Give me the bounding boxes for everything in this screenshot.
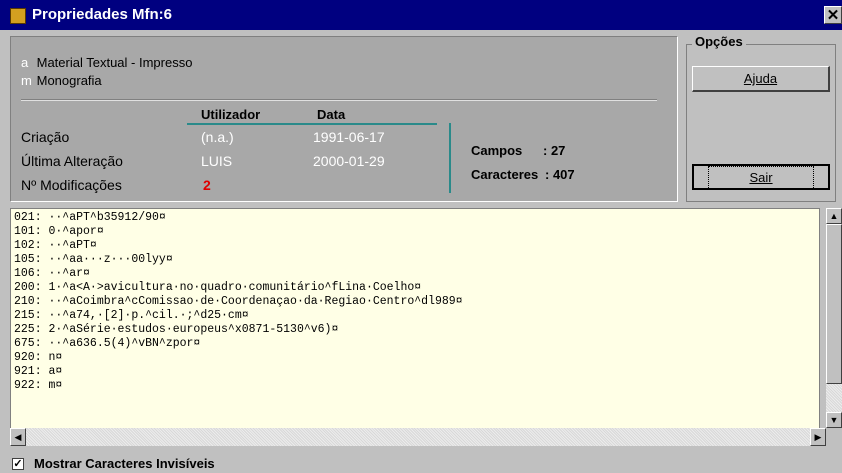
modifications-label: Nº Modificações [21, 177, 122, 193]
type-label: Material Textual - Impresso [36, 55, 193, 70]
type-line: a Material Textual - Impresso [21, 55, 192, 70]
app-icon [10, 8, 26, 24]
chars-value: : 407 [545, 167, 575, 182]
exit-button[interactable]: Sair [692, 164, 830, 190]
creation-label: Criação [21, 129, 70, 145]
editor-line: 101: 0·^apor¤ [14, 225, 104, 238]
show-invisible-checkbox[interactable]: ✓ [12, 458, 24, 470]
window-title: Propriedades Mfn:6 [32, 6, 173, 23]
show-invisible-label[interactable]: Mostrar Caracteres Invisíveis [34, 456, 215, 471]
title-bar: Propriedades Mfn:6 ✕ [0, 0, 842, 30]
editor-line: 225: 2·^aSérie·estudos·europeus^x0871-51… [14, 323, 339, 336]
editor-line: 215: ··^a74,·[2]·p.^cil.·;^d25·cm¤ [14, 309, 249, 322]
editor-line: 102: ··^aPT¤ [14, 239, 97, 252]
type-label: Monografia [36, 73, 102, 88]
type-line: m Monografia [21, 73, 102, 88]
close-button[interactable]: ✕ [824, 6, 842, 24]
record-info-panel: a Material Textual - Impresso m Monograf… [10, 36, 678, 202]
section-rule [449, 123, 451, 193]
editor-line: 105: ··^aa···z···00lyy¤ [14, 253, 173, 266]
date-column-header: Data [317, 107, 346, 122]
exit-button-label: Sair [708, 166, 814, 190]
creation-user: (n.a.) [201, 129, 234, 145]
editor-line: 922: m¤ [14, 379, 63, 392]
user-column-header: Utilizador [201, 107, 261, 122]
fields-value: : 27 [543, 143, 566, 158]
last-change-label: Última Alteração [21, 153, 123, 169]
last-change-user: LUIS [201, 153, 233, 169]
type-code: a [21, 55, 29, 70]
scroll-up-button[interactable]: ▲ [826, 208, 842, 224]
header-rule [187, 123, 437, 125]
help-button[interactable]: Ajuda [692, 66, 830, 92]
creation-date: 1991-06-17 [313, 129, 385, 145]
scroll-down-button[interactable]: ▼ [826, 412, 842, 428]
help-button-label: Ajuda [743, 71, 778, 86]
modifications-count: 2 [203, 177, 211, 193]
type-code: m [21, 73, 32, 88]
editor-line: 675: ··^a636.5(4)^vBN^zpor¤ [14, 337, 201, 350]
editor-line: 921: a¤ [14, 365, 63, 378]
last-change-date: 2000-01-29 [313, 153, 385, 169]
divider [21, 99, 657, 101]
chars-label: Caracteres [471, 167, 539, 182]
editor-line: 106: ··^ar¤ [14, 267, 90, 280]
editor-line: 021: ··^aPT^b35912/90¤ [14, 211, 166, 224]
editor-line: 920: n¤ [14, 351, 63, 364]
fields-label: Campos [471, 143, 523, 158]
record-text-editor[interactable]: 021: ··^aPT^b35912/90¤ 101: 0·^apor¤ 102: … [10, 208, 820, 428]
scroll-thumb[interactable] [826, 224, 842, 384]
options-title: Opções [692, 34, 746, 49]
scroll-left-button[interactable]: ◀ [10, 428, 26, 446]
scroll-right-button[interactable]: ▶ [810, 428, 826, 446]
editor-line: 200: 1·^a<A·>avicultura·no·quadro·comuni… [14, 281, 422, 294]
horizontal-scrollbar[interactable]: ◀ ▶ [10, 428, 826, 446]
vertical-scrollbar[interactable]: ▲ ▼ [826, 208, 842, 428]
editor-line: 210: ··^aCoimbra^cComissao·de·Coordenaça… [14, 295, 463, 308]
